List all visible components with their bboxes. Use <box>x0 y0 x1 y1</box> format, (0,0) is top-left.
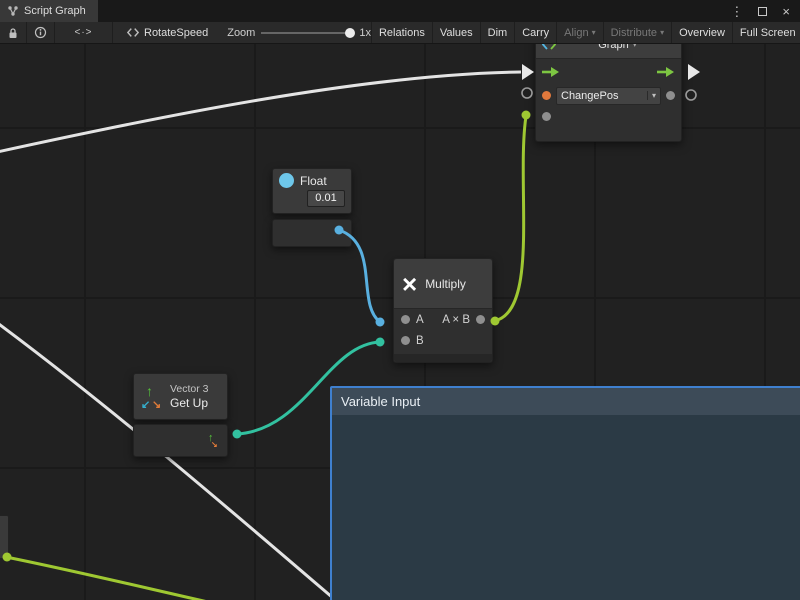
align-button[interactable]: Align ▾ <box>556 22 602 43</box>
info-button[interactable] <box>27 22 55 43</box>
node-title: Vector 3 <box>170 383 209 396</box>
graph-asset-icon <box>127 27 139 38</box>
input-port-a[interactable] <box>401 315 410 324</box>
node-multiply[interactable]: × Multiply A A × B B <box>393 258 493 363</box>
group-body <box>332 415 800 600</box>
close-icon[interactable]: × <box>782 5 790 18</box>
vector-port-icon: ↑ ↘ <box>205 433 219 449</box>
script-graph-icon <box>542 44 556 50</box>
port-label-output: A × B <box>442 314 470 326</box>
node-title: Multiply <box>425 277 466 291</box>
graph-name-label: RotateSpeed <box>144 27 208 39</box>
zoom-control: Zoom 1x <box>215 27 371 39</box>
input-port-b[interactable] <box>401 336 410 345</box>
node-float[interactable]: Float 0.01 <box>272 168 352 247</box>
relations-button[interactable]: Relations <box>371 22 432 43</box>
overview-button[interactable]: Overview <box>671 22 732 43</box>
node-vector3-get-up[interactable]: ↑ ↙ ↘ Vector 3 Get Up ↑ ↘ <box>133 373 228 457</box>
float-type-icon <box>279 173 294 188</box>
flow-out-arrow-icon[interactable] <box>657 66 675 78</box>
value-port[interactable] <box>666 91 675 100</box>
full-screen-button[interactable]: Full Screen <box>732 22 800 43</box>
chevron-down-icon: ▾ <box>592 28 596 37</box>
lock-button[interactable] <box>0 22 27 43</box>
dropdown-value: ChangePos <box>561 90 643 102</box>
node-title: Graph <box>598 44 629 51</box>
zoom-value: 1x <box>359 27 371 39</box>
float-output-port-strip[interactable] <box>272 219 352 247</box>
port-label-b: B <box>416 335 424 347</box>
maximize-icon[interactable] <box>758 7 767 16</box>
script-graph-window: Script Graph ⋮ × <·> <box>0 0 800 600</box>
partial-node[interactable] <box>0 515 9 559</box>
variable-port[interactable] <box>542 91 551 100</box>
code-icon: <·> <box>74 27 92 38</box>
chevron-down-icon: ▾ <box>660 28 664 37</box>
vector3-icon: ↑ ↙ ↘ <box>141 382 163 412</box>
variable-input-group[interactable]: Variable Input <box>330 386 800 600</box>
port-label-a: A <box>416 314 424 326</box>
node-footer <box>394 354 492 362</box>
info-icon <box>34 26 47 39</box>
tab-script-graph[interactable]: Script Graph <box>0 0 98 22</box>
chevron-down-icon: ▾ <box>647 91 656 100</box>
code-toggle-button[interactable]: <·> <box>55 22 113 43</box>
menu-icon[interactable]: ⋮ <box>730 5 743 18</box>
output-port[interactable] <box>476 315 485 324</box>
dim-button[interactable]: Dim <box>480 22 515 43</box>
group-title-bar[interactable]: Variable Input <box>332 388 800 415</box>
node-title: Float <box>300 174 327 188</box>
tab-bar: Script Graph ⋮ × <box>0 0 800 22</box>
flow-in-arrow-icon[interactable] <box>542 66 560 78</box>
toolbar: <·> RotateSpeed Zoom 1x Relations Values… <box>0 22 800 44</box>
graph-breadcrumb[interactable]: RotateSpeed <box>113 22 215 43</box>
input-port[interactable] <box>542 112 551 121</box>
graph-icon <box>7 5 19 17</box>
float-value-field[interactable]: 0.01 <box>307 190 345 207</box>
distribute-button[interactable]: Distribute ▾ <box>603 22 671 43</box>
node-subtitle: Get Up <box>170 396 209 410</box>
carry-button[interactable]: Carry <box>514 22 556 43</box>
chevron-down-icon: ▾ <box>633 44 637 49</box>
multiply-icon: × <box>402 271 417 297</box>
node-graph[interactable]: Graph ▾ ChangePos ▾ <box>535 44 682 142</box>
group-title: Variable Input <box>341 394 420 409</box>
vector-output-port-strip[interactable]: ↑ ↘ <box>133 424 228 457</box>
values-button[interactable]: Values <box>432 22 480 43</box>
changepos-dropdown[interactable]: ChangePos ▾ <box>556 87 661 105</box>
window-controls: ⋮ × <box>730 0 800 22</box>
tab-title: Script Graph <box>24 5 86 17</box>
zoom-knob[interactable] <box>345 28 355 38</box>
zoom-slider[interactable] <box>261 32 353 34</box>
zoom-label: Zoom <box>227 27 255 39</box>
lock-icon <box>7 27 19 39</box>
graph-canvas[interactable]: Variable Input Graph ▾ <box>0 44 800 600</box>
